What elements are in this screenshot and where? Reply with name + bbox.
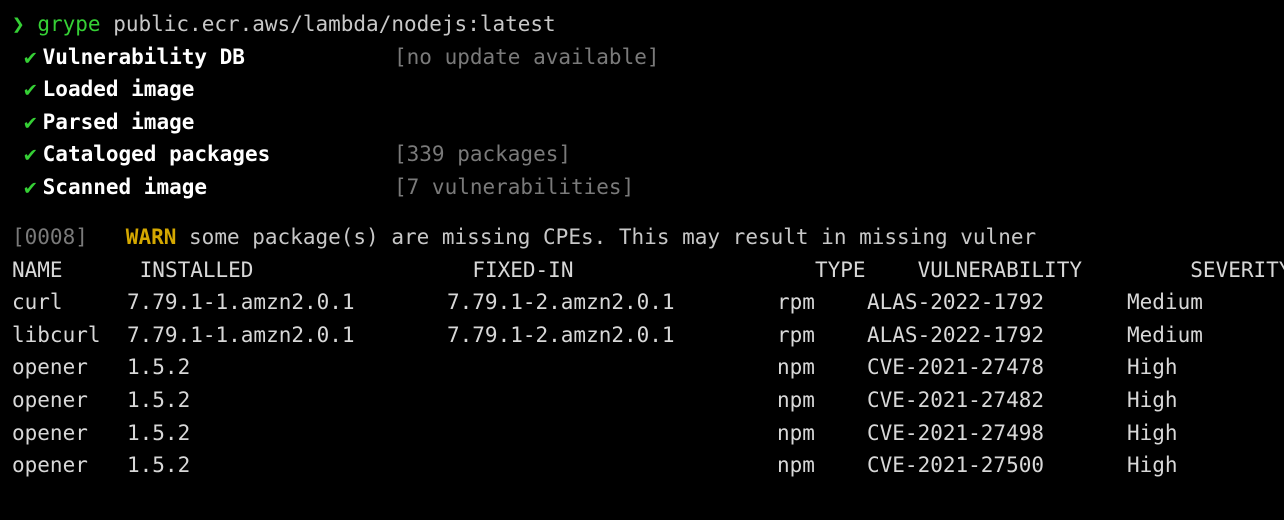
check-icon: ✔ — [24, 45, 37, 69]
cell-type: rpm — [777, 319, 867, 352]
progress-steps: ✔Vulnerability DB[no update available]✔L… — [12, 41, 1272, 204]
warn-line: [0008] WARN some package(s) are missing … — [12, 221, 1272, 254]
step-status: [no update available] — [394, 41, 660, 74]
command-args: public.ecr.aws/lambda/nodejs:latest — [113, 12, 556, 36]
warn-message: some package(s) are missing CPEs. This m… — [189, 225, 1036, 249]
cell-installed: 7.79.1-1.amzn2.0.1 — [127, 286, 447, 319]
cell-name: libcurl — [12, 319, 127, 352]
cell-severity: Medium — [1127, 286, 1203, 319]
cell-installed: 1.5.2 — [127, 449, 447, 482]
cell-name: curl — [12, 286, 127, 319]
table-row: opener1.5.2 npmCVE-2021-27500High — [12, 449, 1272, 482]
table-row: curl7.79.1-1.amzn2.0.17.79.1-2.amzn2.0.1… — [12, 286, 1272, 319]
table-row: opener1.5.2 npmCVE-2021-27482High — [12, 384, 1272, 417]
check-icon: ✔ — [24, 77, 37, 101]
cell-type: npm — [777, 384, 867, 417]
cell-vuln: CVE-2021-27498 — [867, 417, 1127, 450]
cell-type: npm — [777, 417, 867, 450]
progress-step: ✔Scanned image [7 vulnerabilities] — [24, 171, 1272, 204]
cell-name: opener — [12, 384, 127, 417]
table-header-row: NAME INSTALLED FIXED-IN TYPE VULNERABILI… — [12, 254, 1272, 287]
cell-installed: 7.79.1-1.amzn2.0.1 — [127, 319, 447, 352]
table-row: opener1.5.2 npmCVE-2021-27478High — [12, 351, 1272, 384]
table-body: curl7.79.1-1.amzn2.0.17.79.1-2.amzn2.0.1… — [12, 286, 1272, 481]
step-label: Vulnerability DB — [43, 45, 245, 69]
warn-timestamp: [0008] — [12, 225, 88, 249]
col-header-name: NAME — [12, 254, 127, 287]
cell-vuln: CVE-2021-27478 — [867, 351, 1127, 384]
command-name: grype — [37, 12, 100, 36]
step-label: Loaded image — [43, 77, 195, 101]
col-header-fixed: FIXED-IN — [472, 254, 802, 287]
cell-installed: 1.5.2 — [127, 417, 447, 450]
cell-type: rpm — [777, 286, 867, 319]
cell-installed: 1.5.2 — [127, 351, 447, 384]
cell-fixed: 7.79.1-2.amzn2.0.1 — [447, 286, 777, 319]
check-icon: ✔ — [24, 110, 37, 134]
check-icon: ✔ — [24, 175, 37, 199]
cell-type: npm — [777, 449, 867, 482]
progress-step: ✔Parsed image — [24, 106, 1272, 139]
cell-vuln: CVE-2021-27500 — [867, 449, 1127, 482]
progress-step: ✔Vulnerability DB [no update available] — [24, 41, 1272, 74]
cell-name: opener — [12, 417, 127, 450]
cell-severity: High — [1127, 351, 1178, 384]
progress-step: ✔Loaded image — [24, 73, 1272, 106]
warn-level: WARN — [126, 225, 177, 249]
cell-severity: Medium — [1127, 319, 1203, 352]
cell-vuln: ALAS-2022-1792 — [867, 319, 1127, 352]
prompt-symbol: ❯ — [12, 12, 25, 36]
cell-vuln: ALAS-2022-1792 — [867, 286, 1127, 319]
prompt-line[interactable]: ❯ grype public.ecr.aws/lambda/nodejs:lat… — [12, 8, 1272, 41]
check-icon: ✔ — [24, 142, 37, 166]
col-header-installed: INSTALLED — [140, 254, 460, 287]
cell-severity: High — [1127, 417, 1178, 450]
step-status: [339 packages] — [394, 138, 571, 171]
cell-installed: 1.5.2 — [127, 384, 447, 417]
step-status: [7 vulnerabilities] — [394, 171, 634, 204]
col-header-type: TYPE — [815, 254, 905, 287]
step-label: Scanned image — [43, 175, 207, 199]
table-row: libcurl7.79.1-1.amzn2.0.17.79.1-2.amzn2.… — [12, 319, 1272, 352]
cell-fixed: 7.79.1-2.amzn2.0.1 — [447, 319, 777, 352]
progress-step: ✔Cataloged packages [339 packages] — [24, 138, 1272, 171]
step-label: Cataloged packages — [43, 142, 271, 166]
cell-vuln: CVE-2021-27482 — [867, 384, 1127, 417]
col-header-severity: SEVERITY — [1190, 254, 1284, 287]
step-label: Parsed image — [43, 110, 195, 134]
cell-severity: High — [1127, 449, 1178, 482]
cell-type: npm — [777, 351, 867, 384]
cell-name: opener — [12, 449, 127, 482]
cell-severity: High — [1127, 384, 1178, 417]
cell-name: opener — [12, 351, 127, 384]
col-header-vuln: VULNERABILITY — [918, 254, 1178, 287]
table-row: opener1.5.2 npmCVE-2021-27498High — [12, 417, 1272, 450]
